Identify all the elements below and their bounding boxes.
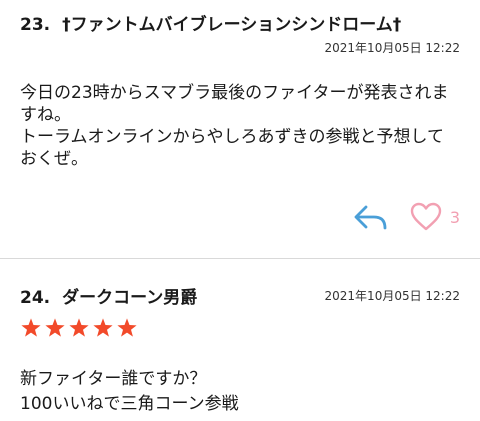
reply-icon	[354, 205, 387, 230]
comment-author: ダークコーン男爵	[62, 288, 198, 308]
comment-author: †ファントムバイブレーションシンドローム†	[62, 15, 402, 35]
star-icon	[45, 318, 65, 337]
comment-actions: 3	[354, 202, 460, 232]
comment-number: 24.	[20, 288, 51, 308]
comment-body: 今日の23時からスマブラ最後のファイターが発表されますね。 トーラムオンラインか…	[20, 83, 449, 169]
comment-date: 2021年10月05日 12:22	[324, 289, 460, 303]
like-count: 3	[449, 207, 460, 227]
reply-button[interactable]	[354, 204, 388, 230]
comment-body: 新ファイター誰ですか？ 100いいねで三角コーン参戦	[20, 369, 239, 414]
star-rating	[20, 317, 138, 339]
star-icon	[93, 318, 113, 337]
comment-24: 24. ダークコーン男爵 2021年10月05日 12:22 新ファイター誰です…	[0, 258, 480, 421]
star-icon	[69, 318, 89, 337]
star-icon	[21, 318, 41, 337]
comment-number: 23.	[20, 15, 51, 35]
comment-date: 2021年10月05日 12:22	[324, 41, 460, 55]
heart-icon	[410, 202, 442, 231]
like-button[interactable]: 3	[410, 202, 460, 232]
star-icon	[117, 318, 137, 337]
comment-header: 23. †ファントムバイブレーションシンドローム†	[20, 10, 460, 35]
comment-23: 23. †ファントムバイブレーションシンドローム† 2021年10月05日 12…	[0, 0, 480, 258]
